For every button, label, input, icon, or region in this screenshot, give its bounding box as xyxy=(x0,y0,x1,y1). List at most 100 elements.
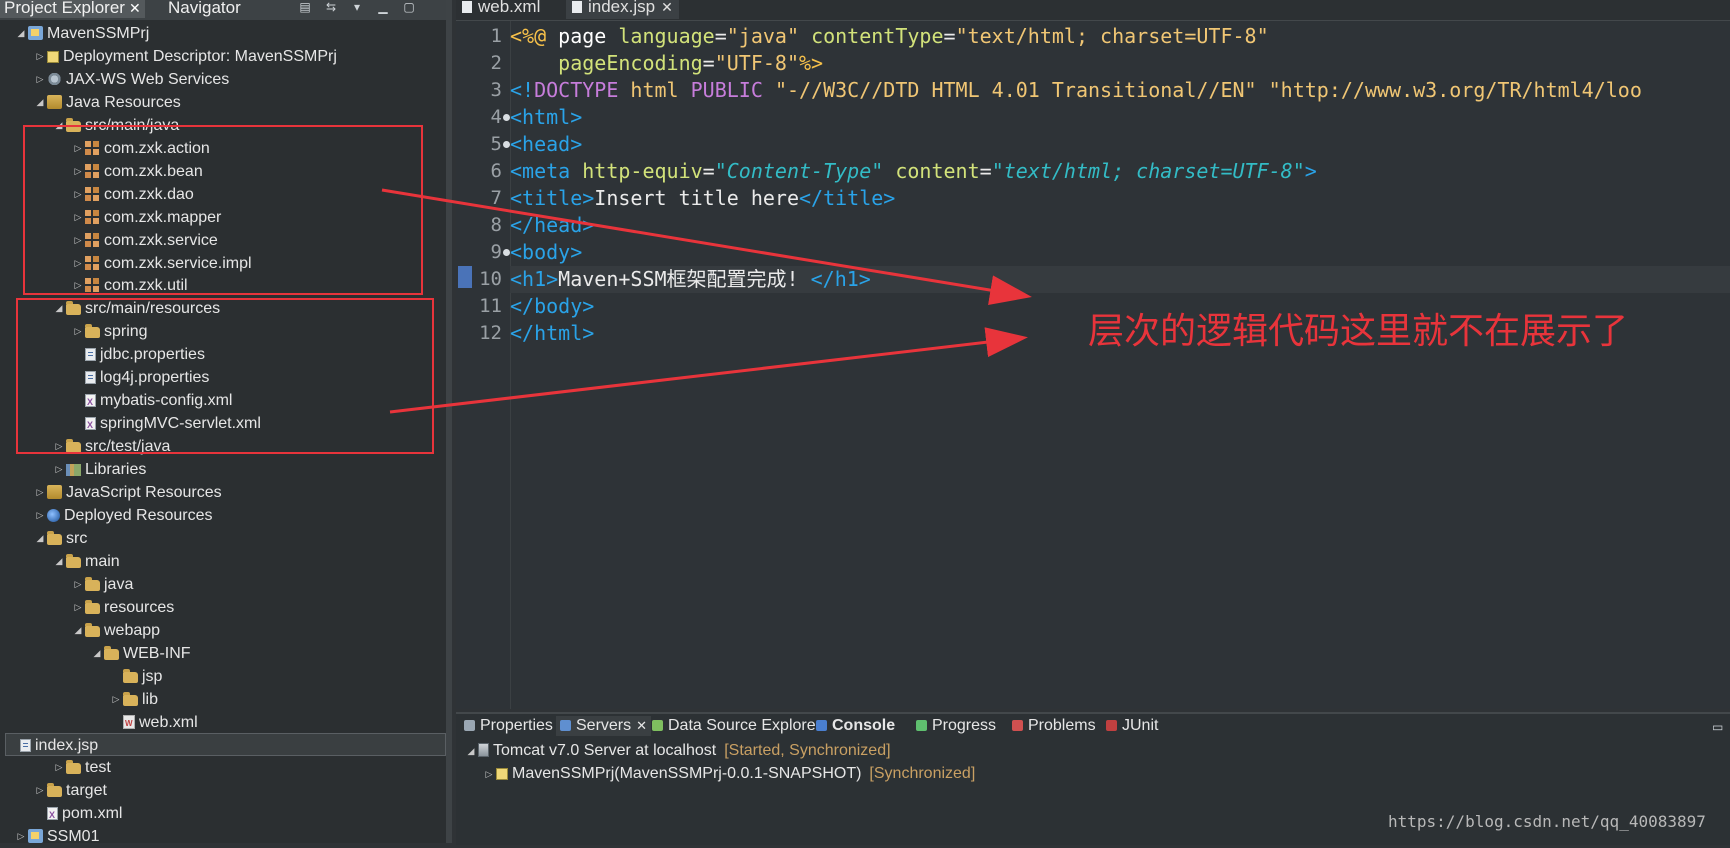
tree-item-label: lib xyxy=(142,690,159,708)
code-token: contentType xyxy=(811,24,944,48)
expanded-toggle-icon[interactable]: ◢ xyxy=(464,740,478,762)
collapse-all-icon[interactable]: ▤ xyxy=(296,0,314,14)
collapsed-toggle-icon[interactable]: ▷ xyxy=(109,688,123,711)
tree-item-web-xml[interactable]: web.xml xyxy=(109,711,198,735)
tree-item-deployed-resources[interactable]: ▷ Deployed Resources xyxy=(33,504,213,527)
expanded-toggle-icon[interactable]: ◢ xyxy=(90,642,104,665)
bottom-tab-junit[interactable]: JUnit xyxy=(1106,716,1158,736)
close-icon[interactable]: ✕ xyxy=(636,718,647,733)
tree-item-lib[interactable]: ▷ lib xyxy=(109,688,158,711)
collapsed-toggle-icon[interactable]: ▷ xyxy=(33,504,47,527)
tab-navigator[interactable]: Navigator xyxy=(164,0,245,18)
tree-item-target[interactable]: ▷ target xyxy=(33,779,107,802)
maximize-icon[interactable]: ▢ xyxy=(400,0,418,14)
expanded-toggle-icon[interactable]: ◢ xyxy=(71,619,85,642)
minimize-icon[interactable]: ▭ xyxy=(1712,720,1723,734)
collapsed-toggle-icon[interactable]: ▷ xyxy=(52,756,66,779)
code-line[interactable]: pageEncoding="UTF-8"%> xyxy=(510,50,823,77)
collapsed-toggle-icon[interactable]: ▷ xyxy=(71,573,85,596)
line-number-gutter: 1 2 3 4 5 6 7 8 9 10 11 12 xyxy=(456,21,511,709)
tree-item-ssm01[interactable]: ▷ SSM01 xyxy=(14,825,100,848)
editor-tab-web-xml[interactable]: web.xml xyxy=(456,0,546,19)
minimize-icon[interactable]: ▁ xyxy=(374,0,392,14)
code-editor[interactable]: 1 2 3 4 5 6 7 8 9 10 11 12 <%@ page language="java"… xyxy=(456,20,1730,709)
bottom-tab-console[interactable]: Console xyxy=(816,716,895,736)
link-editor-icon[interactable]: ⇆ xyxy=(322,0,340,14)
code-line[interactable]: <!DOCTYPE html PUBLIC "-//W3C//DTD HTML … xyxy=(510,77,1642,104)
tree-item-resources[interactable]: ▷ resources xyxy=(71,596,175,619)
code-line[interactable]: <%@ page language="java" contentType="te… xyxy=(510,23,1269,50)
fold-toggle-icon[interactable] xyxy=(503,114,510,121)
code-token: "-//W3C//DTD HTML 4.01 Transitional//EN"… xyxy=(774,78,1642,102)
bottom-tab-label: Progress xyxy=(932,717,997,734)
code-line[interactable]: </head> xyxy=(510,212,594,239)
code-line[interactable]: <h1>Maven+SSM框架配置完成! </h1> xyxy=(510,266,871,293)
fold-toggle-icon[interactable] xyxy=(503,141,510,148)
expanded-toggle-icon[interactable]: ◢ xyxy=(33,527,47,550)
project-icon xyxy=(28,829,43,844)
code-line[interactable]: <body> xyxy=(510,239,582,266)
collapsed-toggle-icon[interactable]: ▷ xyxy=(14,825,28,848)
tree-item-java-resources[interactable]: ◢ Java Resources xyxy=(33,91,181,114)
tree-item-jsp[interactable]: jsp xyxy=(109,665,162,688)
code-token: = xyxy=(702,51,715,75)
code-token: html xyxy=(630,78,691,102)
code-line[interactable]: <html> xyxy=(510,104,582,131)
bottom-tab-properties[interactable]: Properties xyxy=(464,716,553,736)
collapsed-toggle-icon[interactable]: ▷ xyxy=(33,779,47,802)
tree-item-index-jsp[interactable]: index.jsp xyxy=(5,733,446,757)
bottom-tab-label: Console xyxy=(832,717,896,734)
fold-toggle-icon[interactable] xyxy=(503,249,510,256)
code-token: <! xyxy=(510,78,535,102)
collapsed-toggle-icon[interactable]: ▷ xyxy=(33,68,47,91)
tree-item-label: test xyxy=(85,759,111,777)
close-icon[interactable]: ✕ xyxy=(661,0,673,15)
close-icon[interactable]: ✕ xyxy=(129,0,141,16)
expanded-toggle-icon[interactable]: ◢ xyxy=(33,91,47,114)
collapsed-toggle-icon[interactable]: ▷ xyxy=(33,45,47,68)
code-line[interactable]: <title>Insert title here</title> xyxy=(510,185,895,212)
tree-item-java[interactable]: ▷ java xyxy=(71,573,134,596)
code-line[interactable]: </body> xyxy=(510,293,594,320)
folder-icon xyxy=(47,530,62,545)
code-token: "UTF-8" xyxy=(714,51,800,75)
tree-item-label: jsp xyxy=(142,667,163,685)
expanded-toggle-icon[interactable]: ◢ xyxy=(14,22,28,45)
collapsed-toggle-icon[interactable]: ▷ xyxy=(71,596,85,619)
collapsed-toggle-icon[interactable]: ▷ xyxy=(33,481,47,504)
collapsed-toggle-icon[interactable]: ▷ xyxy=(482,763,496,785)
code-line[interactable]: <meta http-equiv="Content-Type" content=… xyxy=(510,158,1317,185)
tab-project-explorer[interactable]: Project Explorer ✕ xyxy=(0,0,145,18)
tree-item-javascript-resources[interactable]: ▷ JavaScript Resources xyxy=(33,481,222,504)
collapsed-toggle-icon[interactable]: ▷ xyxy=(52,458,66,481)
bottom-tab-label: Servers xyxy=(576,717,632,734)
tree-item-webapp[interactable]: ◢ webapp xyxy=(71,619,161,642)
code-line[interactable]: </html> xyxy=(510,320,594,347)
tree-item-deployment-descriptor-mavenssmprj[interactable]: ▷ Deployment Descriptor: MavenSSMPrj xyxy=(33,45,337,68)
tree-item-test[interactable]: ▷ test xyxy=(52,756,111,779)
server-item[interactable]: ◢ Tomcat v7.0 Server at localhost [Started… xyxy=(464,740,891,762)
tree-item-jax-ws-web-services[interactable]: ▷ JAX-WS Web Services xyxy=(33,68,230,91)
editor-tab-index-jsp[interactable]: index.jsp ✕ xyxy=(566,0,679,19)
bottom-tab-data-source-explorer[interactable]: Data Source Explorer xyxy=(652,716,821,736)
bottom-tab-progress[interactable]: Progress xyxy=(916,716,996,736)
tree-item-main[interactable]: ◢ main xyxy=(52,550,120,573)
tree-item-libraries[interactable]: ▷ Libraries xyxy=(52,458,147,481)
watermark: https://blog.csdn.net/qq_40083897 xyxy=(1388,812,1706,831)
bottom-tab-servers[interactable]: Servers ✕ xyxy=(556,716,652,736)
jar-icon xyxy=(47,485,62,499)
line-number: 8 xyxy=(490,214,502,236)
view-menu-icon[interactable]: ▾ xyxy=(348,0,366,14)
tree-item-web-inf[interactable]: ◢ WEB-INF xyxy=(90,642,191,665)
code-token: <title> xyxy=(510,186,595,210)
bottom-tab-problems[interactable]: Problems xyxy=(1012,716,1096,736)
code-line[interactable]: <head> xyxy=(510,131,582,158)
expanded-toggle-icon[interactable]: ◢ xyxy=(52,550,66,573)
server-item[interactable]: ▷ MavenSSMPrj(MavenSSMPrj-0.0.1-SNAPSHOT)… xyxy=(482,763,976,785)
tree-item-mavenssmprj[interactable]: ◢ MavenSSMPrj xyxy=(14,22,150,45)
tree-item-src[interactable]: ◢ src xyxy=(33,527,88,550)
code-token: <head> xyxy=(510,132,583,156)
tree-item-pom-xml[interactable]: pom.xml xyxy=(33,802,122,827)
